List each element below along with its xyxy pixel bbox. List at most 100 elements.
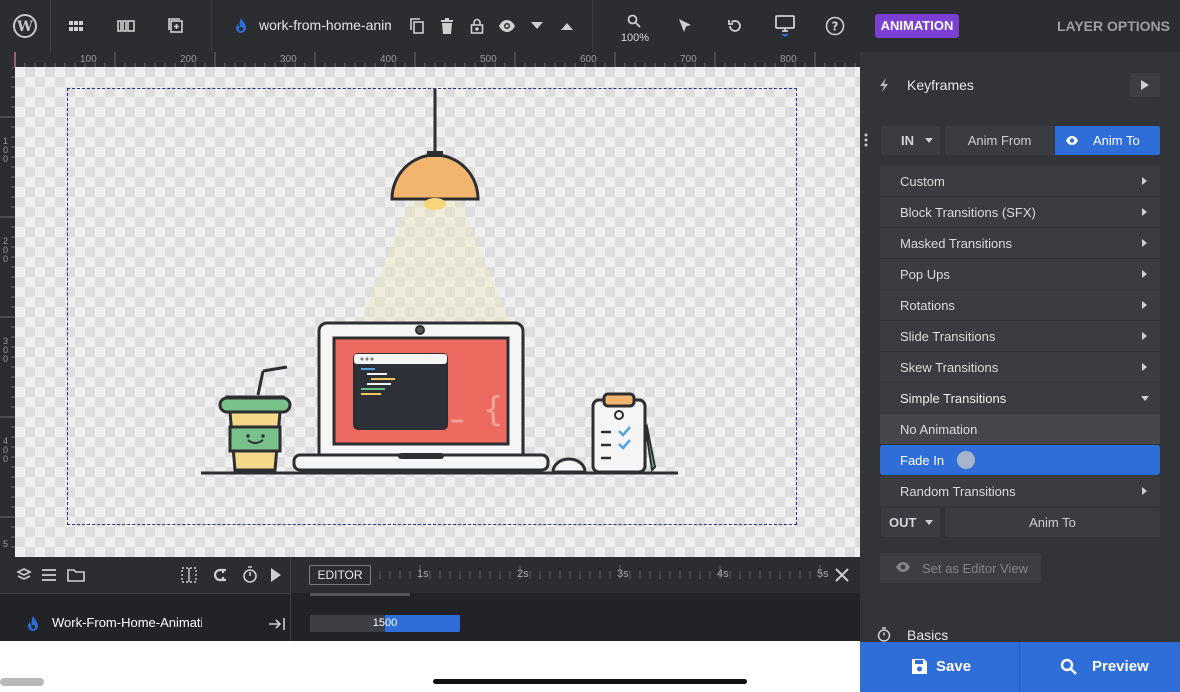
sliders-grid-icon[interactable] [63, 13, 89, 39]
slide-filename[interactable]: work-from-home-animation [259, 17, 391, 33]
flame-icon [228, 13, 254, 39]
layer-duration-bar[interactable]: 1500 [310, 615, 460, 632]
lamp-shade [390, 153, 480, 201]
transition-rotations[interactable]: Rotations [880, 290, 1160, 320]
ruler-label: 100 [80, 54, 97, 65]
ruler-label: 600 [580, 54, 597, 65]
chevron-right-icon [1142, 270, 1147, 278]
vertical-ruler: 1002003004005 [0, 67, 15, 557]
tab-layer-options[interactable]: LAYER OPTIONS [1040, 18, 1170, 34]
timeline-tick-label: 1s [417, 568, 429, 580]
ruler-label: 0 [3, 354, 8, 364]
transition-fade-in[interactable]: Fade In [880, 445, 1160, 475]
lock-icon[interactable] [464, 13, 490, 39]
transition-no-animation[interactable]: No Animation [880, 414, 1160, 444]
horizontal-scrollbar[interactable] [0, 678, 44, 686]
transition-random[interactable]: Random Transitions [880, 476, 1160, 506]
work-from-home-illustration[interactable]: { [15, 67, 860, 557]
move-up-icon[interactable] [554, 13, 580, 39]
anim-to-button[interactable]: Anim To [1055, 126, 1160, 155]
transition-skew[interactable]: Skew Transitions [880, 352, 1160, 382]
svg-text:?: ? [832, 20, 839, 34]
anim-from-button[interactable]: Anim From [945, 126, 1054, 155]
eye-icon [896, 562, 910, 572]
desktop-device-icon[interactable] [772, 13, 798, 39]
lamp-bulb [424, 198, 446, 210]
layer-name[interactable]: Work-From-Home-Animation [52, 615, 202, 630]
drag-handle-icon[interactable] [864, 133, 868, 147]
ruler-label: 5 [3, 539, 8, 549]
horizontal-ruler: 100 200 300 400 500 600 700 800 [0, 52, 860, 67]
slide-canvas[interactable]: { [15, 67, 860, 557]
transition-simple[interactable]: Simple Transitions [880, 383, 1160, 413]
chevron-right-icon [1142, 332, 1147, 340]
lightning-icon [878, 77, 890, 93]
transition-label: Random Transitions [900, 484, 1016, 499]
flame-icon [26, 615, 40, 633]
coffee-cup [218, 365, 292, 472]
trash-icon[interactable] [434, 13, 460, 39]
basics-title: Basics [907, 627, 949, 643]
add-slide-icon[interactable] [163, 13, 189, 39]
chevron-down-icon [925, 520, 933, 525]
timeline-layer-row[interactable]: Work-From-Home-Animation 1500 [0, 593, 860, 641]
layer-duration: 1500 [372, 617, 398, 629]
keyframes-play-button[interactable] [1130, 73, 1160, 97]
zoom-level[interactable]: 100% [618, 32, 652, 44]
wordpress-logo-icon[interactable]: W [12, 13, 38, 39]
transition-label: Rotations [900, 298, 955, 313]
transition-slide[interactable]: Slide Transitions [880, 321, 1160, 351]
preview-button[interactable]: Preview [1020, 642, 1180, 692]
help-icon[interactable]: ? [822, 13, 848, 39]
collapse-arrow-icon[interactable] [268, 617, 286, 631]
save-icon [912, 659, 927, 674]
save-button[interactable]: Save [860, 642, 1019, 692]
transition-label: Simple Transitions [900, 391, 1007, 406]
eye-icon[interactable] [494, 13, 520, 39]
ruler-label: 800 [780, 54, 797, 65]
transition-label: Skew Transitions [900, 360, 999, 375]
search-icon [1060, 658, 1077, 675]
duplicate-icon[interactable] [404, 13, 430, 39]
close-timeline-icon[interactable] [834, 567, 850, 583]
mouse [551, 457, 587, 474]
set-editor-view-button[interactable]: Set as Editor View [880, 553, 1041, 583]
move-down-icon[interactable] [524, 13, 550, 39]
zoom-icon[interactable] [621, 11, 647, 31]
ruler-label: 0 [3, 454, 8, 464]
eye-icon [1066, 136, 1078, 145]
transition-popups[interactable]: Pop Ups [880, 259, 1160, 289]
toolbar-divider [592, 0, 593, 52]
transition-block-sfx[interactable]: Block Transitions (SFX) [880, 197, 1160, 227]
ruler-label: 300 [280, 54, 297, 65]
home-indicator [433, 679, 747, 684]
panel-header: ANIMATION LAYER OPTIONS [860, 0, 1180, 52]
transition-label: Fade In [900, 453, 945, 468]
ruler-label: 0 [3, 254, 8, 264]
top-toolbar: W work-from-home-animation 100% [0, 0, 860, 52]
undo-icon[interactable] [722, 13, 748, 39]
media-library-icon[interactable] [113, 13, 139, 39]
transition-label: No Animation [900, 422, 978, 437]
transition-label: Pop Ups [900, 267, 950, 282]
transition-masked[interactable]: Masked Transitions [880, 228, 1160, 258]
out-select[interactable]: OUT [881, 508, 940, 537]
transition-custom[interactable]: Custom [880, 166, 1160, 196]
in-out-select[interactable]: IN [881, 126, 940, 155]
chevron-right-icon [1142, 487, 1147, 495]
chevron-right-icon [1142, 239, 1147, 247]
laptop: { [292, 321, 550, 472]
transition-label: Block Transitions (SFX) [900, 205, 1036, 220]
keyframes-section-header[interactable]: Keyframes [860, 67, 1180, 103]
basics-section-header[interactable]: Basics [860, 622, 1180, 643]
timeline-ruler[interactable]: 1s 2s 3s 4s 5s [0, 557, 860, 593]
cursor-select-icon[interactable] [672, 13, 698, 39]
chevron-right-icon [1142, 177, 1147, 185]
save-label: Save [936, 658, 972, 675]
tab-animation[interactable]: ANIMATION [875, 14, 959, 38]
svg-text:{: { [483, 390, 503, 430]
set-editor-view-label: Set as Editor View [922, 561, 1028, 576]
ruler-label: 200 [180, 54, 197, 65]
out-anim-to-button[interactable]: Anim To [945, 508, 1160, 537]
preview-label: Preview [1092, 658, 1149, 675]
